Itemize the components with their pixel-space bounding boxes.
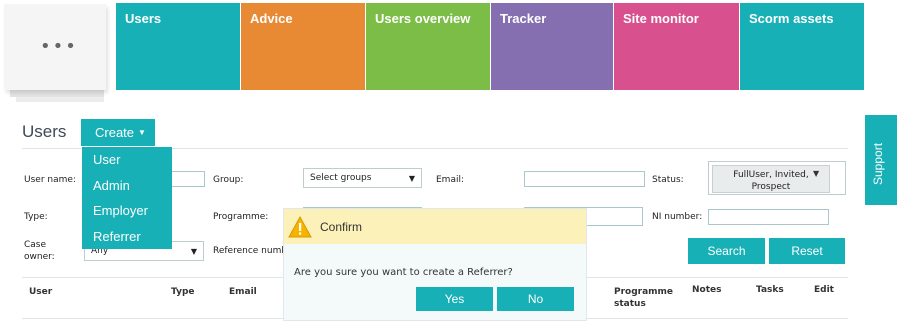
column-header-line: status <box>614 299 646 309</box>
column-header-user[interactable]: User <box>29 286 52 298</box>
reset-button[interactable]: Reset <box>769 238 845 264</box>
column-header-notes[interactable]: Notes <box>692 284 721 296</box>
ni-number-input[interactable] <box>708 209 829 225</box>
status-value-line: FullUser, Invited, <box>733 170 809 180</box>
tile-site-monitor[interactable]: Site monitor <box>614 3 739 90</box>
column-header-email[interactable]: Email <box>229 286 257 298</box>
support-tab[interactable]: Support <box>865 115 897 205</box>
case-owner-label-line: Case <box>24 240 47 250</box>
chevron-down-icon: ▼ <box>190 247 197 256</box>
email-input[interactable] <box>524 171 645 187</box>
dialog-message: Are you sure you want to create a Referr… <box>294 267 513 278</box>
case-owner-label: Case owner: <box>24 239 55 263</box>
dialog-title: Confirm <box>320 220 363 234</box>
column-header-type[interactable]: Type <box>171 286 194 298</box>
status-value-line: Prospect <box>751 182 791 192</box>
confirm-dialog: Confirm Are you sure you want to create … <box>283 208 587 321</box>
group-select[interactable]: Select groups ▼ <box>303 168 422 188</box>
create-button[interactable]: Create ▼ <box>81 119 155 146</box>
tile-users-overview[interactable]: Users overview <box>366 3 490 90</box>
app-menu-card[interactable]: ••• <box>4 4 106 90</box>
reference-number-label: Reference numb <box>213 246 288 256</box>
tile-advice[interactable]: Advice <box>241 3 365 90</box>
menu-item-employer[interactable]: Employer <box>93 203 148 218</box>
warning-icon <box>288 216 312 238</box>
no-button[interactable]: No <box>497 287 574 311</box>
yes-button[interactable]: Yes <box>416 287 493 311</box>
group-select-value: Select groups <box>310 173 372 183</box>
create-dropdown-menu: User Admin Employer Referrer <box>82 147 172 249</box>
search-button[interactable]: Search <box>688 238 765 264</box>
status-select[interactable]: FullUser, Invited, Prospect ▼ <box>708 161 846 195</box>
email-label: Email: <box>436 175 465 185</box>
tile-users[interactable]: Users <box>116 3 240 90</box>
menu-item-user[interactable]: User <box>93 152 120 167</box>
tile-tracker[interactable]: Tracker <box>491 3 613 90</box>
more-icon: ••• <box>40 36 78 57</box>
tile-scorm-assets[interactable]: Scorm assets <box>740 3 864 90</box>
column-header-programme-status[interactable]: Programme status <box>614 286 673 310</box>
status-label: Status: <box>652 175 684 185</box>
case-owner-label-line: owner: <box>24 252 55 262</box>
support-label: Support <box>871 142 885 185</box>
user-name-label: User name: <box>24 175 76 185</box>
dialog-header: Confirm <box>284 209 586 244</box>
group-label: Group: <box>213 175 244 185</box>
column-header-tasks[interactable]: Tasks <box>756 284 784 296</box>
type-label: Type: <box>24 212 48 222</box>
page-title: Users <box>22 122 67 141</box>
chevron-down-icon: ▼ <box>813 169 820 178</box>
menu-item-referrer[interactable]: Referrer <box>93 229 141 244</box>
create-label: Create <box>95 125 135 140</box>
programme-label: Programme: <box>213 212 269 222</box>
user-name-input[interactable] <box>170 171 205 187</box>
column-header-line: Programme <box>614 287 674 297</box>
chevron-down-icon: ▼ <box>408 174 415 183</box>
column-header-edit[interactable]: Edit <box>814 284 834 296</box>
menu-item-admin[interactable]: Admin <box>93 178 130 193</box>
ni-number-label: NI number: <box>652 212 703 222</box>
caret-down-icon: ▼ <box>138 128 146 137</box>
